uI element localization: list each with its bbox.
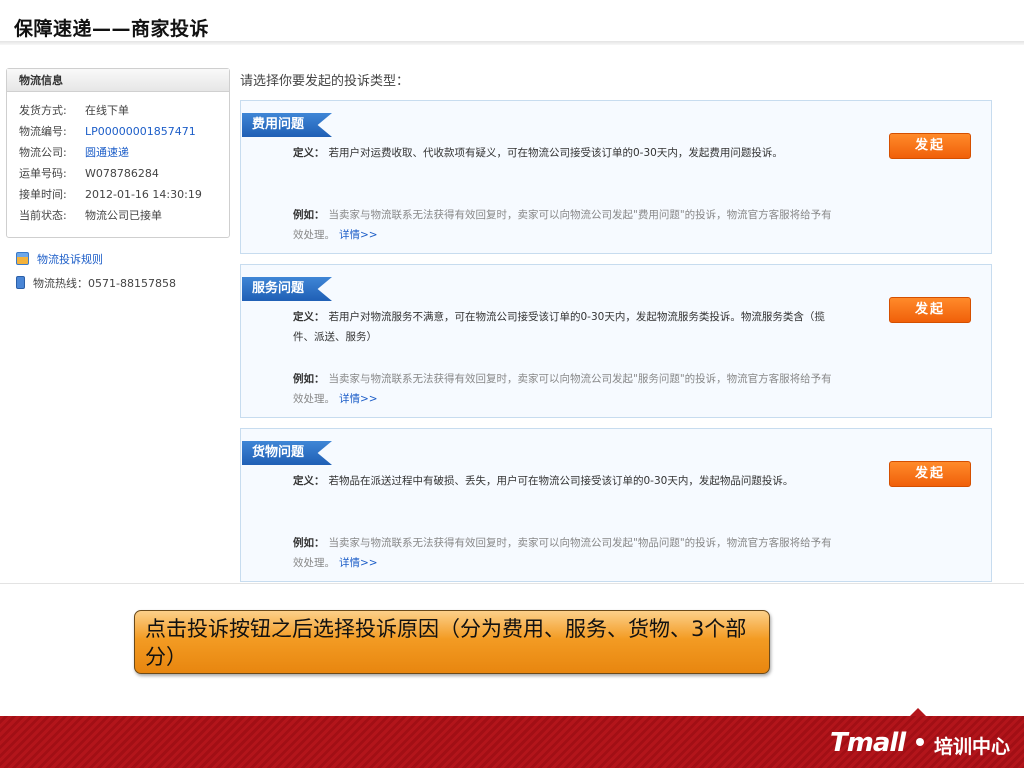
details-link[interactable]: 详情>> (339, 229, 378, 241)
info-row-status: 当前状态: 物流公司已接单 (19, 205, 229, 226)
complaint-page: 物流信息 发货方式: 在线下单 物流编号: LP00000001857471 物流公… (0, 56, 1024, 584)
logistics-info-title: 物流信息 (7, 69, 229, 92)
definition-label: 定义： (293, 311, 325, 323)
training-center-label: 培训中心 (934, 736, 1011, 758)
example-label: 例如： (293, 373, 325, 385)
launch-service-complaint-button[interactable]: 发起 (889, 297, 971, 323)
card-definition: 定义： 若物品在派送过程中有破损、丢失，用户可在物流公司接受该订单的0-30天内，… (293, 471, 833, 491)
footer-bar: Tmall 培训中心 (0, 708, 1024, 768)
definition-text: 若用户对运费收取、代收款项有疑义，可在物流公司接受该订单的0-30天内，发起费用… (328, 147, 783, 159)
logistics-hotline: 物流热线：0571-88157858 (16, 276, 176, 292)
complaint-type-prompt: 请选择你要发起的投诉类型： (240, 74, 410, 89)
info-value: W078786284 (85, 167, 159, 180)
example-label: 例如： (293, 537, 325, 549)
logistics-info-panel: 物流信息 发货方式: 在线下单 物流编号: LP00000001857471 物流公… (6, 68, 230, 238)
card-example: 例如： 当卖家与物流联系无法获得有效回复时，卖家可以向物流公司发起"物品问题"的投… (293, 533, 841, 573)
info-label: 物流公司: (19, 146, 67, 159)
info-value: 在线下单 (85, 104, 129, 117)
footer-notch (910, 708, 926, 716)
info-label: 运单号码: (19, 167, 67, 180)
complaint-rules-link[interactable]: 物流投诉规则 (16, 252, 103, 268)
info-value: 物流公司已接单 (85, 209, 162, 222)
slide-title: 保障速递——商家投诉 (14, 18, 210, 40)
info-row-logistics-id: 物流编号: LP00000001857471 (19, 121, 229, 142)
tmall-logo: Tmall (830, 728, 906, 758)
card-tag: 费用问题 (242, 113, 332, 137)
card-tag: 服务问题 (242, 277, 332, 301)
card-example: 例如： 当卖家与物流联系无法获得有效回复时，卖家可以向物流公司发起"服务问题"的投… (293, 369, 841, 409)
details-link[interactable]: 详情>> (339, 557, 378, 569)
logistics-id-link[interactable]: LP00000001857471 (85, 125, 196, 138)
example-label: 例如： (293, 209, 325, 221)
info-row-company: 物流公司: 圆通速递 (19, 142, 229, 163)
card-example: 例如： 当卖家与物流联系无法获得有效回复时，卖家可以向物流公司发起"费用问题"的投… (293, 205, 841, 245)
details-link[interactable]: 详情>> (339, 393, 378, 405)
complaint-card-goods: 货物问题 定义： 若物品在派送过程中有破损、丢失，用户可在物流公司接受该订单的0-… (240, 428, 992, 582)
info-label: 发货方式: (19, 104, 67, 117)
definition-text: 若物品在派送过程中有破损、丢失，用户可在物流公司接受该订单的0-30天内，发起物… (328, 475, 794, 487)
header-divider (0, 41, 1024, 45)
info-row-accept-time: 接单时间: 2012-01-16 14:30:19 (19, 184, 229, 205)
logistics-info-rows: 发货方式: 在线下单 物流编号: LP00000001857471 物流公司: 圆通速… (7, 92, 229, 226)
info-row-ship-method: 发货方式: 在线下单 (19, 100, 229, 121)
complaint-rules-label: 物流投诉规则 (37, 253, 103, 266)
card-definition: 定义： 若用户对物流服务不满意，可在物流公司接受该订单的0-30天内，发起物流服务… (293, 307, 833, 347)
phone-icon (16, 276, 25, 289)
info-label: 当前状态: (19, 209, 67, 222)
launch-goods-complaint-button[interactable]: 发起 (889, 461, 971, 487)
slide-header: 保障速递——商家投诉 (0, 0, 1024, 46)
launch-fee-complaint-button[interactable]: 发起 (889, 133, 971, 159)
definition-text: 若用户对物流服务不满意，可在物流公司接受该订单的0-30天内，发起物流服务类投诉… (293, 311, 825, 343)
info-label: 接单时间: (19, 188, 67, 201)
info-label: 物流编号: (19, 125, 67, 138)
hotline-label: 物流热线：0571-88157858 (33, 277, 176, 290)
complaint-card-fee: 费用问题 定义： 若用户对运费收取、代收款项有疑义，可在物流公司接受该订单的0-3… (240, 100, 992, 254)
definition-label: 定义： (293, 147, 325, 159)
definition-label: 定义： (293, 475, 325, 487)
card-tag: 货物问题 (242, 441, 332, 465)
instruction-callout: 点击投诉按钮之后选择投诉原因（分为费用、服务、货物、3个部分） (134, 610, 770, 674)
info-value: 2012-01-16 14:30:19 (85, 188, 202, 201)
rules-icon (16, 252, 29, 265)
bullet-dot-icon (916, 738, 924, 746)
info-row-waybill: 运单号码: W078786284 (19, 163, 229, 184)
card-definition: 定义： 若用户对运费收取、代收款项有疑义，可在物流公司接受该订单的0-30天内，发… (293, 143, 833, 163)
complaint-card-service: 服务问题 定义： 若用户对物流服务不满意，可在物流公司接受该订单的0-30天内，发… (240, 264, 992, 418)
company-link[interactable]: 圆通速递 (85, 146, 129, 159)
